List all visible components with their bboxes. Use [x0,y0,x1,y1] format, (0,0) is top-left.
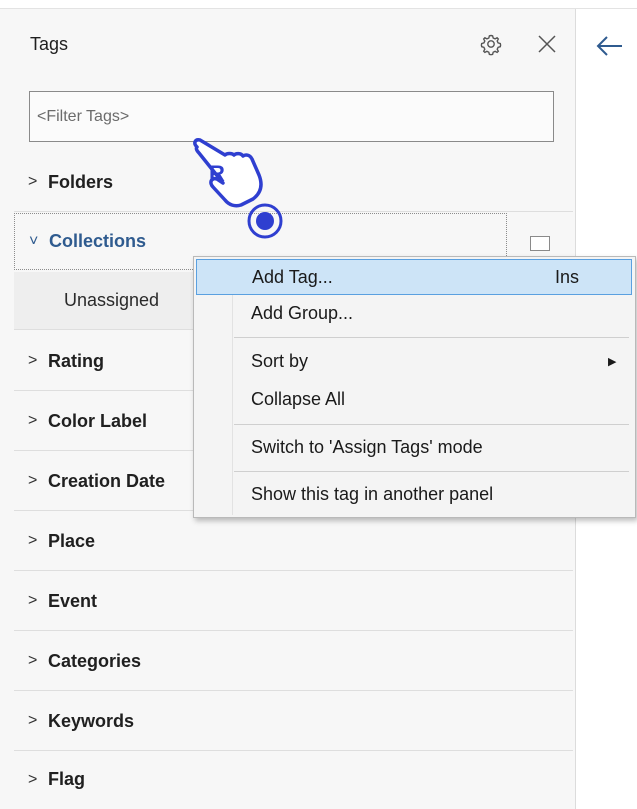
gear-icon [480,34,502,56]
chevron-right-icon: > [28,173,38,190]
chevron-right-icon: > [28,472,38,489]
tag-row-label: Rating [48,350,104,371]
close-button[interactable] [535,32,559,56]
arrow-left-icon [596,36,622,56]
menu-item-switch-mode[interactable]: Switch to 'Assign Tags' mode [196,429,632,465]
menu-item-label: Collapse All [251,388,346,409]
tag-row-label: Folders [48,171,114,192]
right-click-hand-icon: R [193,138,283,239]
chevron-right-icon: > [28,352,38,369]
menu-item-show-in-panel[interactable]: Show this tag in another panel [196,476,632,512]
menu-item-add-tag[interactable]: Add Tag... Ins [196,259,632,295]
chevron-right-icon: > [28,652,38,669]
tag-row-label: Color Label [48,410,148,431]
chevron-right-icon: > [28,592,38,609]
tag-row-keywords[interactable]: > Keywords [14,692,573,751]
cursor-letter: R [209,161,225,186]
tag-row-categories[interactable]: > Categories [14,632,573,691]
tag-row-label: Collections [49,231,147,251]
menu-item-label: Add Group... [251,302,354,323]
row-checkbox[interactable] [530,236,550,251]
back-arrow-button[interactable] [592,29,626,63]
menu-separator [234,337,629,338]
tag-row-label: Creation Date [48,470,166,491]
filter-tags-input[interactable] [29,91,554,142]
tag-row-label: Categories [48,650,142,671]
tag-row-label: Flag [48,769,86,789]
tag-row-label: Place [48,530,96,551]
tag-row-flag[interactable]: > Flag [14,750,573,809]
chevron-right-icon: > [28,412,38,429]
chevron-right-icon: > [28,712,38,729]
menu-item-label: Add Tag... [252,266,333,287]
tag-row-folders[interactable]: > Folders [14,153,573,212]
menu-item-sort-by[interactable]: Sort by ▶ [196,343,632,379]
panel-title: Tags [30,34,69,54]
menu-separator [234,424,629,425]
menu-item-add-group[interactable]: Add Group... [196,295,632,331]
context-menu: Add Tag... Ins Add Group... Sort by ▶ Co… [193,256,636,518]
tag-row-label: Event [48,590,98,611]
chevron-down-icon: ˅ [29,232,39,250]
tag-row-label: Keywords [48,710,135,731]
submenu-arrow-icon: ▶ [608,355,617,368]
close-icon [538,35,556,53]
chevron-right-icon: > [28,532,38,549]
menu-item-collapse-all[interactable]: Collapse All [196,381,632,417]
menu-item-label: Switch to 'Assign Tags' mode [251,436,483,457]
tag-row-event[interactable]: > Event [14,572,573,631]
menu-item-shortcut: Ins [555,266,580,287]
settings-button[interactable] [479,32,503,56]
menu-item-label: Sort by [251,350,309,371]
tag-row-place[interactable]: > Place [14,512,573,571]
tag-row-label: Unassigned [64,290,160,310]
menu-separator [234,471,629,472]
chevron-right-icon: > [28,770,38,788]
menu-item-label: Show this tag in another panel [251,483,494,504]
